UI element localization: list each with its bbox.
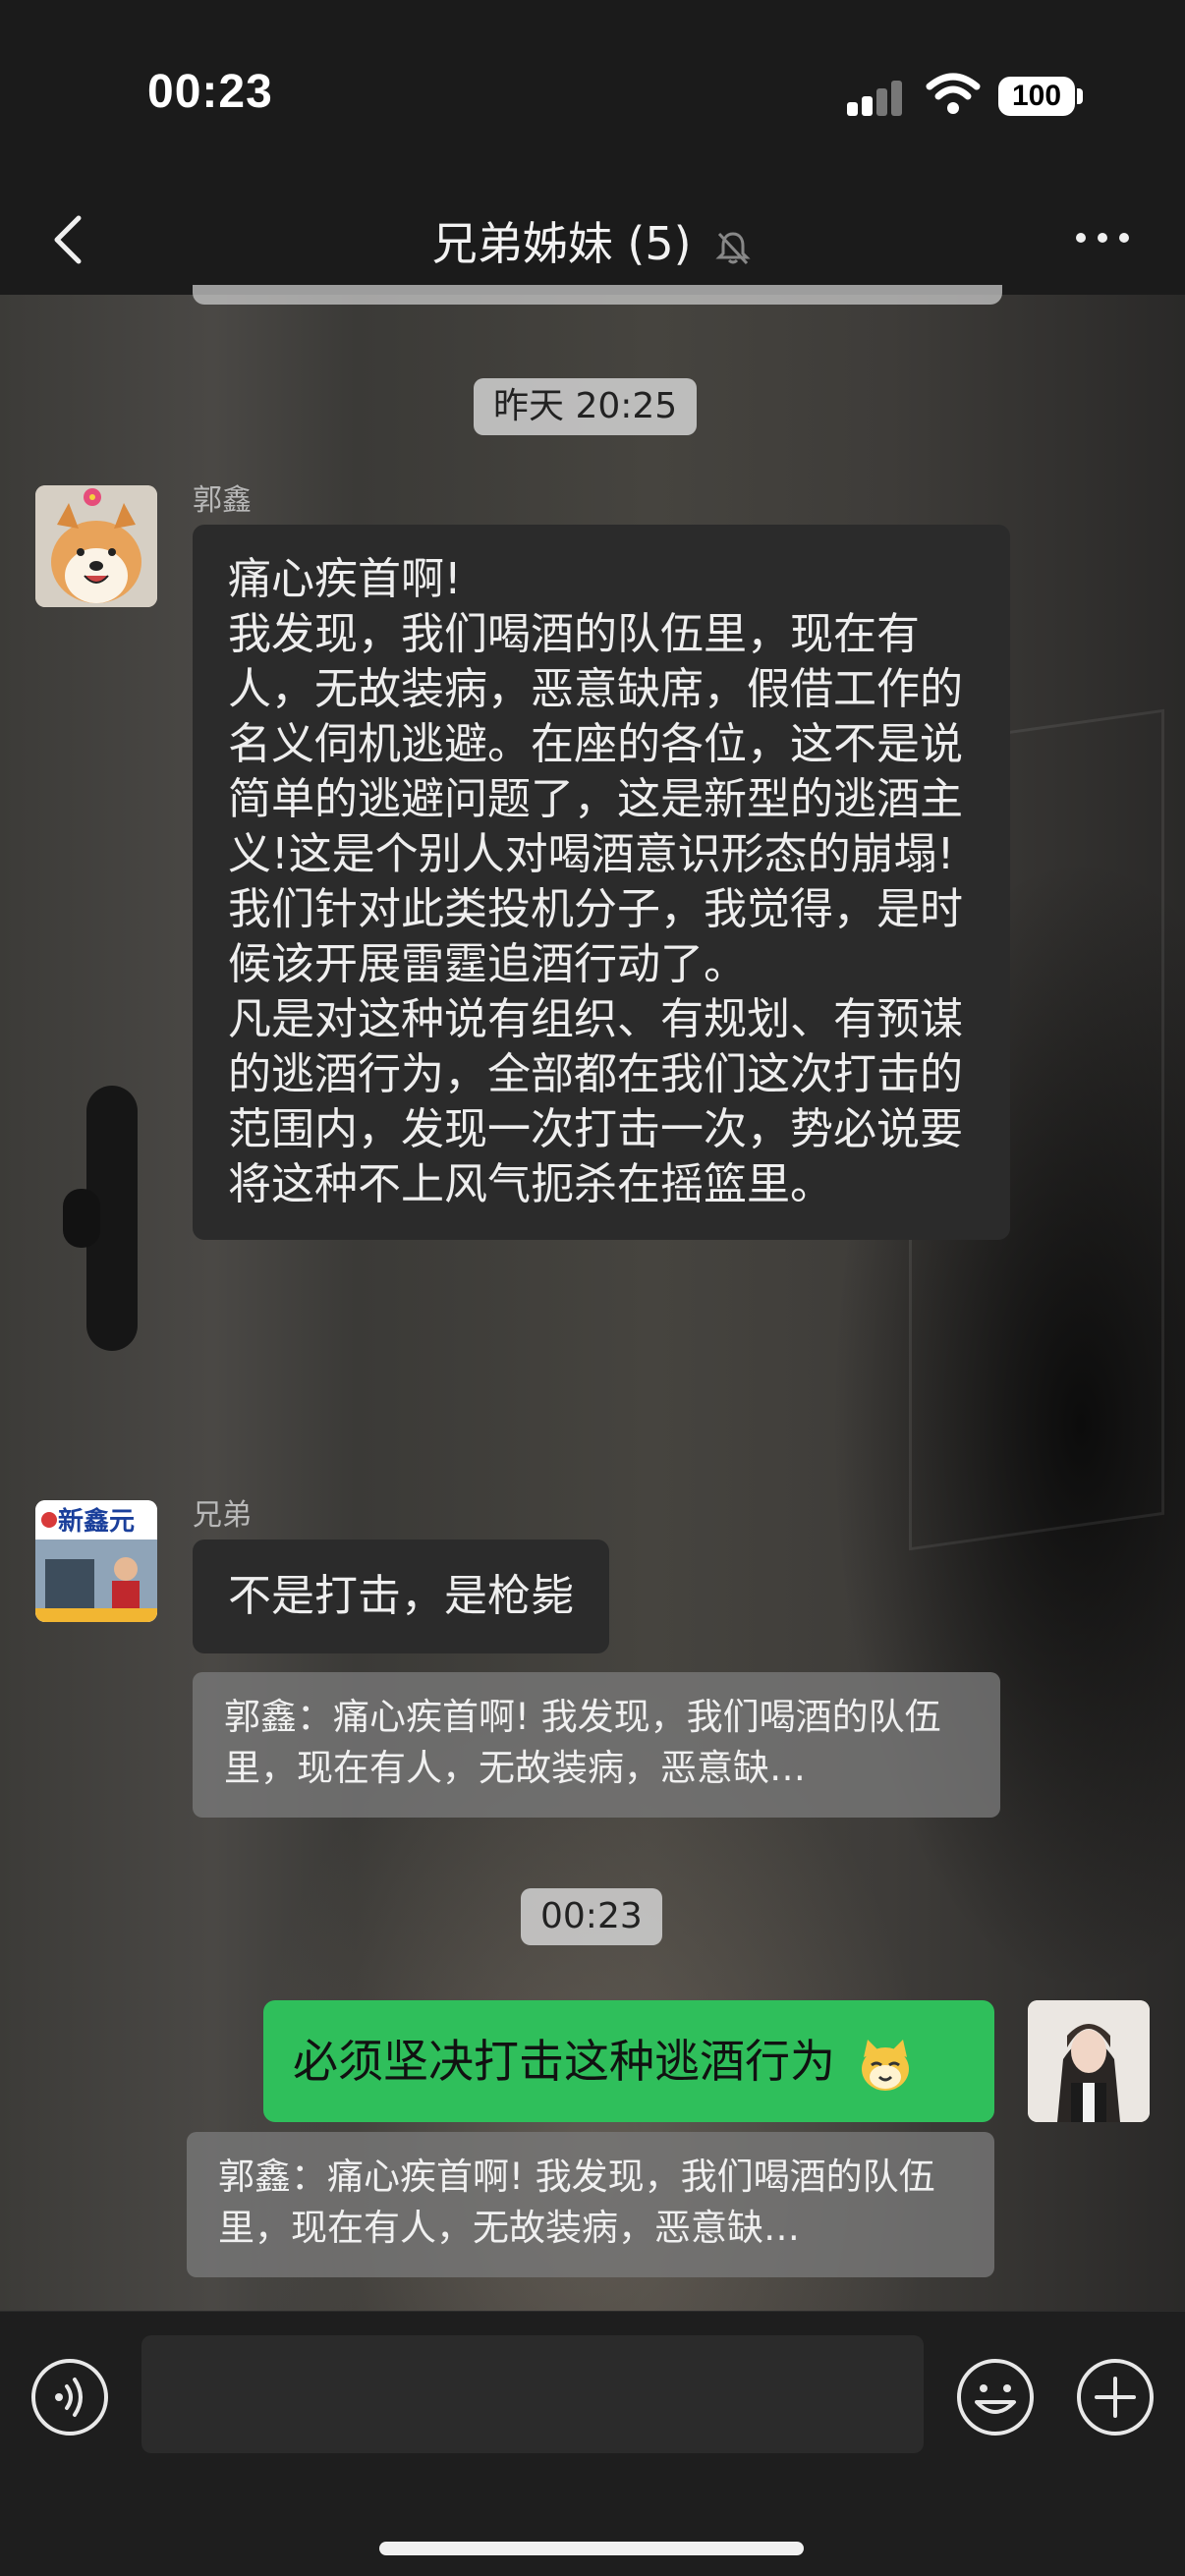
avatar[interactable] — [35, 485, 157, 607]
message-bubble[interactable]: 痛心疾首啊! 我发现，我们喝酒的队伍里，现在有人，无故装病，恶意缺席，假借工作的… — [193, 525, 1010, 1240]
sender-name: 兄弟 — [193, 1498, 252, 1533]
sender-name: 郭鑫 — [193, 483, 252, 518]
home-indicator[interactable] — [379, 2542, 804, 2555]
my-message-bubble[interactable]: 必须坚决打击这种逃酒行为 — [263, 2000, 994, 2122]
message-bubble[interactable]: 不是打击，是枪毙 — [193, 1540, 609, 1653]
cat-face-emoji-icon — [861, 2039, 909, 2091]
background-photo-detail — [63, 1189, 100, 1248]
avatar-logo-text: 新鑫元 — [58, 1506, 135, 1537]
previous-message-edge — [193, 285, 1002, 305]
avatar[interactable]: 新鑫元 — [35, 1500, 157, 1622]
emoji-icon[interactable] — [955, 2357, 1036, 2437]
chat-title-text: 兄弟姊妹 (5) — [431, 217, 692, 270]
my-avatar-image — [1028, 2000, 1150, 2122]
my-message-text: 必须坚决打击这种逃酒行为 — [293, 2035, 835, 2088]
timestamp: 昨天 20:25 — [474, 378, 698, 435]
status-bar: 00:23 100 — [0, 0, 1185, 187]
quoted-message[interactable]: 郭鑫：痛心疾首啊! 我发现，我们喝酒的队伍里，现在有人，无故装病，恶意缺… — [187, 2132, 994, 2277]
mute-bell-icon — [715, 231, 751, 264]
quoted-message[interactable]: 郭鑫：痛心疾首啊! 我发现，我们喝酒的队伍里，现在有人，无故装病，恶意缺… — [193, 1672, 1000, 1818]
my-avatar[interactable] — [1028, 2000, 1150, 2122]
timestamp: 00:23 — [521, 1888, 662, 1945]
chat-title[interactable]: 兄弟姊妹 (5) — [0, 208, 1185, 273]
company-avatar-image: 新鑫元 — [35, 1500, 157, 1622]
more-icon[interactable] — [1073, 226, 1132, 250]
nav-bar: 兄弟姊妹 (5) — [0, 187, 1185, 295]
plus-icon[interactable] — [1075, 2357, 1156, 2437]
signal-icon — [847, 79, 904, 116]
message-input[interactable] — [141, 2335, 924, 2453]
voice-icon[interactable] — [29, 2357, 110, 2437]
shiba-avatar-image — [35, 485, 157, 607]
status-time: 00:23 — [147, 66, 273, 118]
battery-indicator: 100 — [998, 77, 1075, 116]
input-bar — [0, 2311, 1185, 2576]
battery-tip — [1077, 88, 1083, 104]
wifi-icon — [926, 73, 981, 114]
